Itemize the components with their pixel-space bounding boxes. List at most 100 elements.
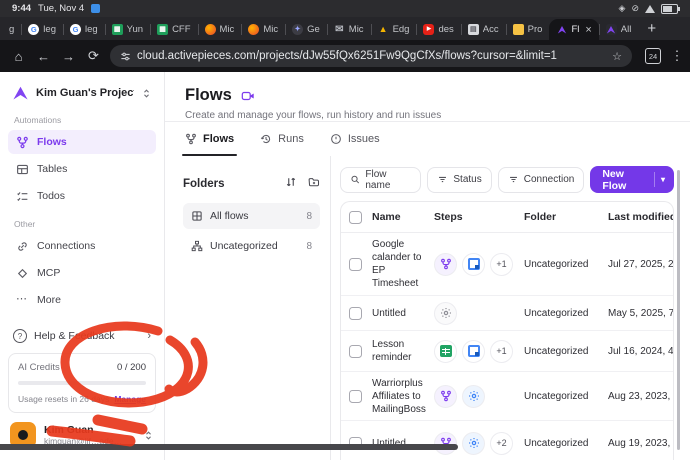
gem-favicon: ✦	[292, 24, 303, 35]
browser-tab-label: des	[438, 24, 453, 35]
browser-tab[interactable]: Mic	[241, 19, 285, 40]
manage-link[interactable]: Manage	[114, 394, 146, 404]
ai-credits-card: AI Credits 0 / 200 Usage resets in 26 da…	[8, 353, 156, 413]
folder-label: All flows	[210, 210, 249, 222]
browser-tab[interactable]: ▦CFF	[150, 19, 197, 40]
chevron-down-icon: ▾	[655, 175, 674, 184]
drive-favicon: ▲	[378, 24, 389, 35]
grid-icon	[191, 210, 203, 222]
new-flow-button[interactable]: New Flow ▾	[590, 166, 674, 193]
flow-name: Warriorplus Affiliates to MailingBoss	[372, 377, 434, 416]
table-row[interactable]: Google calander to EP Timesheet+1Uncateg…	[341, 233, 673, 296]
todo-icon	[16, 190, 29, 203]
folder-item-uncategorized[interactable]: Uncategorized8	[183, 233, 320, 259]
browser-tab[interactable]: Gleg	[63, 19, 105, 40]
last-modified: May 5, 2025, 7:21	[608, 308, 673, 319]
browser-tab[interactable]: ✦ Ge	[285, 19, 327, 40]
status-filter[interactable]: Status	[427, 167, 491, 193]
browser-tab[interactable]: g	[2, 19, 21, 40]
table-row[interactable]: Untitled+2UncategorizedAug 19, 2023, 9:5	[341, 421, 673, 460]
help-feedback-button[interactable]: ? Help & Feedback ›	[8, 327, 156, 345]
sidebar-item-flows[interactable]: Flows	[8, 130, 156, 154]
sidebar-item-more[interactable]: ⋯More	[8, 288, 156, 312]
project-selector[interactable]: Kim Guan's Project	[8, 82, 156, 104]
browser-tab[interactable]: Gleg	[21, 19, 63, 40]
sidebar-item-todos[interactable]: Todos	[8, 184, 156, 208]
last-modified: Aug 19, 2023, 9:5	[608, 438, 673, 449]
browser-menu-icon[interactable]: ⋮	[670, 48, 684, 64]
browser-tab[interactable]: ▲Edg	[371, 19, 417, 40]
bookmark-star-icon[interactable]: ☆	[612, 50, 622, 63]
sheet-favicon: ▦	[112, 24, 123, 35]
browser-tab[interactable]: ✉Mic	[327, 19, 371, 40]
new-folder-icon[interactable]	[308, 176, 320, 191]
tab-label: Runs	[278, 133, 304, 145]
sheets-step-icon	[434, 340, 457, 363]
close-tab-icon[interactable]: ×	[585, 24, 591, 36]
select-all-checkbox[interactable]	[349, 211, 362, 224]
table-row[interactable]: Lesson reminder+1UncategorizedJul 16, 20…	[341, 331, 673, 372]
browser-tab-label: Yun	[127, 24, 143, 35]
fire-favicon	[205, 24, 216, 35]
browser-tab[interactable]: ▶ des	[416, 19, 460, 40]
home-icon[interactable]: ⌂	[6, 49, 31, 64]
gcal-step-icon	[462, 340, 485, 363]
browser-tab[interactable]: ▦ Yun	[105, 19, 150, 40]
main-tabs: Flows Runs Issues	[165, 122, 690, 156]
row-checkbox[interactable]	[349, 345, 362, 358]
steps-cell: +1	[434, 340, 524, 363]
tab-flows[interactable]: Flows	[185, 122, 234, 156]
usage-reset-text: Usage resets in 26 days	[18, 394, 109, 404]
flow-name-search[interactable]: Flow name	[340, 167, 421, 193]
project-name: Kim Guan's Project	[36, 87, 134, 99]
browser-tab-label: Mic	[263, 24, 278, 35]
fire-favicon	[248, 24, 259, 35]
sidebar-item-tables[interactable]: Tables	[8, 157, 156, 181]
gcal-step-icon	[462, 253, 485, 276]
tutorial-video-icon[interactable]	[241, 89, 255, 103]
page-subtitle: Create and manage your flows, run histor…	[185, 110, 690, 121]
horizontal-scrollbar[interactable]	[0, 444, 458, 450]
folder-item-all-flows[interactable]: All flows8	[183, 203, 320, 229]
chevron-up-down-icon	[143, 430, 154, 441]
tab-count-button[interactable]: 24	[645, 48, 661, 64]
browser-tab[interactable]: Pro	[506, 19, 550, 40]
more-steps-badge: +1	[490, 253, 513, 276]
connection-filter[interactable]: Connection	[498, 167, 585, 193]
row-checkbox[interactable]	[349, 258, 362, 271]
flow-folder: Uncategorized	[524, 438, 608, 449]
sort-folders-icon[interactable]	[285, 176, 297, 191]
forward-icon[interactable]: →	[56, 49, 81, 64]
row-checkbox[interactable]	[349, 307, 362, 320]
folders-title: Folders	[183, 178, 225, 190]
ai-credits-value: 0 / 200	[117, 362, 146, 373]
browser-tab[interactable]: Fl×	[549, 19, 598, 40]
sidebar-item-mcp[interactable]: MCP	[8, 261, 156, 285]
new-tab-button[interactable]: +	[638, 20, 665, 37]
browser-tab-label: g	[9, 24, 14, 35]
browser-tab[interactable]: Mic	[198, 19, 242, 40]
row-checkbox[interactable]	[349, 390, 362, 403]
tab-label: Issues	[348, 133, 380, 145]
vertical-scrollbar[interactable]	[677, 170, 680, 450]
reload-icon[interactable]: ⟳	[81, 48, 106, 64]
browser-tab[interactable]: All	[599, 19, 639, 40]
page-header: Flows Create and manage your flows, run …	[165, 72, 690, 122]
browser-tab[interactable]: ▤Acc	[461, 19, 506, 40]
network-icon	[191, 240, 203, 252]
browser-tab-label: Mic	[349, 24, 364, 35]
yt-favicon: ▶	[423, 24, 434, 35]
browser-tab-label: Ge	[307, 24, 320, 35]
tab-issues[interactable]: Issues	[330, 122, 380, 156]
back-icon[interactable]: ←	[31, 49, 56, 64]
table-row[interactable]: UntitledUncategorizedMay 5, 2025, 7:21	[341, 296, 673, 331]
table-row[interactable]: Warriorplus Affiliates to MailingBossUnc…	[341, 372, 673, 421]
steps-cell	[434, 302, 524, 325]
site-controls-icon[interactable]	[120, 51, 131, 62]
section-label: Automations	[14, 115, 150, 125]
flow-folder: Uncategorized	[524, 346, 608, 357]
tab-runs[interactable]: Runs	[260, 122, 304, 156]
search-icon	[350, 174, 360, 185]
sidebar-item-connections[interactable]: Connections	[8, 234, 156, 258]
url-bar[interactable]: cloud.activepieces.com/projects/dJw55fQx…	[110, 45, 632, 67]
